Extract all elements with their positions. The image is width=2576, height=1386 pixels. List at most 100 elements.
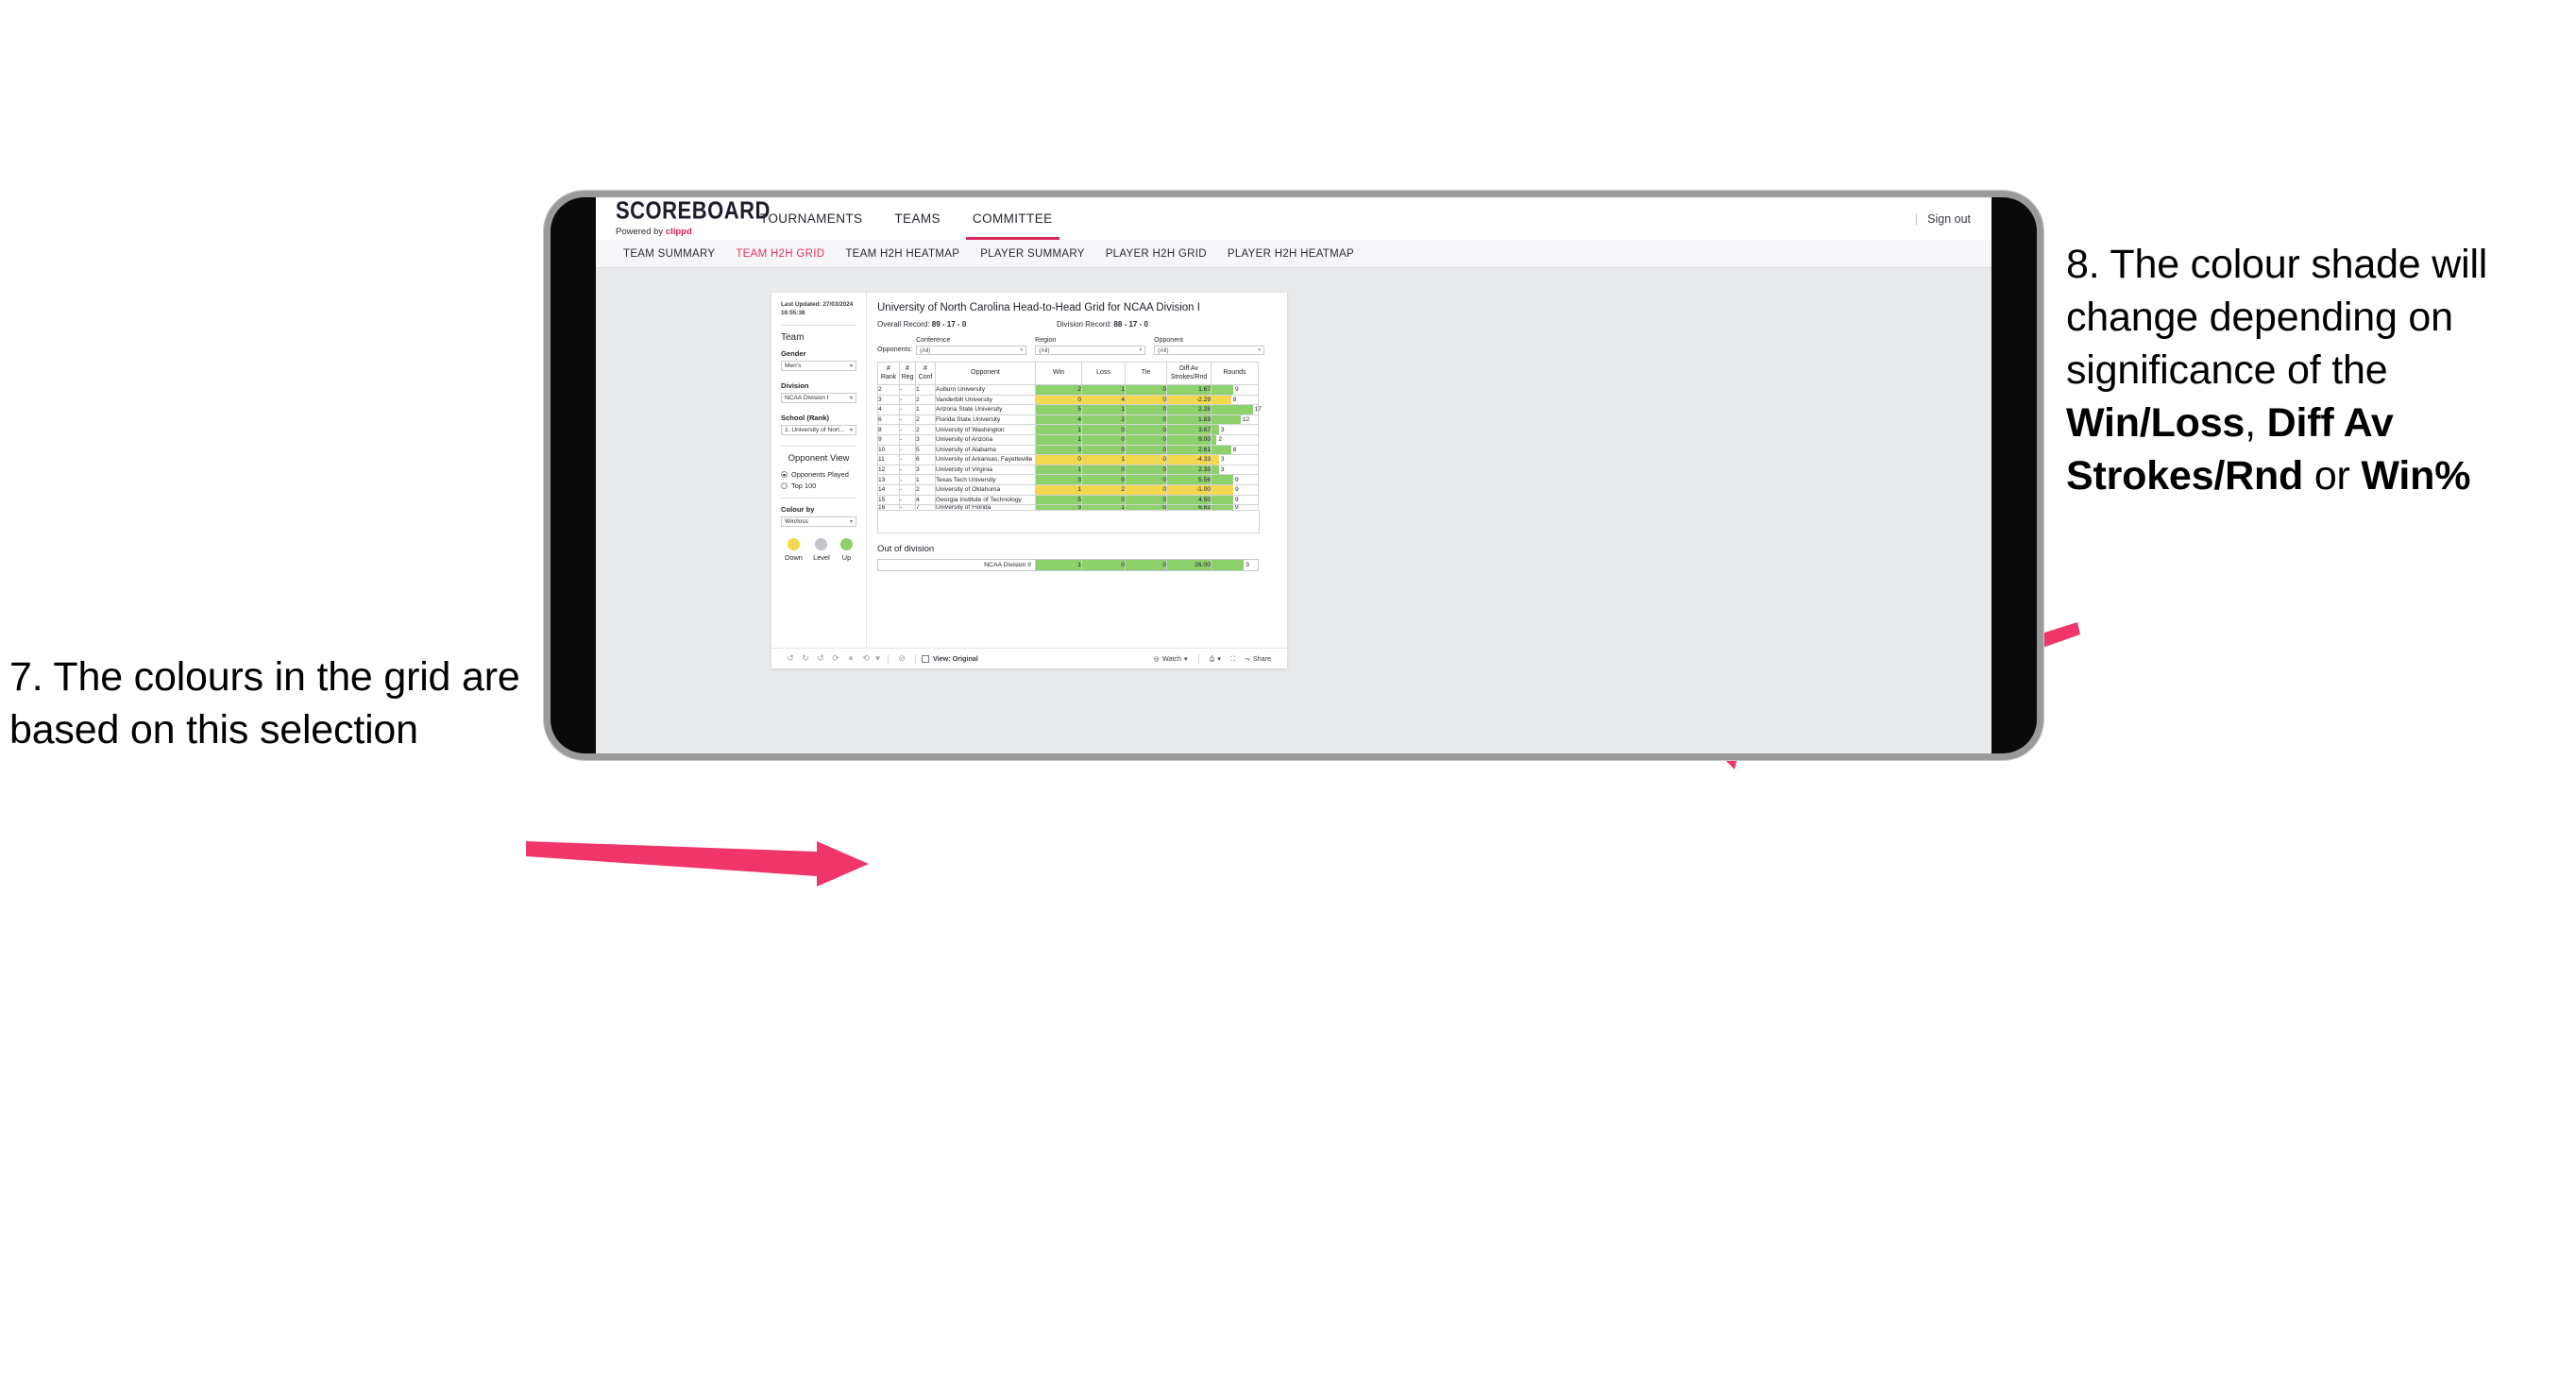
subnav-item-team-summary[interactable]: TEAM SUMMARY — [613, 248, 725, 260]
last-updated-label: Last Updated: 27/03/2024 16:55:38 — [781, 301, 854, 316]
subnav-item-team-h2h-grid[interactable]: TEAM H2H GRID — [725, 248, 835, 260]
cell-rank: 15 — [877, 494, 900, 506]
topnav-item-tournaments[interactable]: TOURNAMENTS — [744, 197, 878, 240]
download-button[interactable]: ⎙ ▾ — [1210, 654, 1221, 664]
refresh-icon[interactable]: ⟳ — [828, 653, 843, 664]
watch-button[interactable]: ◎ Watch ▾ — [1154, 654, 1188, 663]
view-original-button[interactable]: View: Original — [922, 654, 978, 663]
gender-select[interactable]: Men's ▾ — [781, 361, 856, 372]
revert-icon[interactable]: ↺ — [813, 653, 828, 664]
subnav-item-team-h2h-heatmap[interactable]: TEAM H2H HEATMAP — [835, 248, 970, 260]
col-header-rank[interactable]: # Rank — [877, 362, 900, 385]
table-row[interactable]: 3-2 Vanderbilt University 0 4 0 -2.29 8 — [877, 394, 1259, 406]
sign-out-link[interactable]: Sign out — [1927, 212, 1971, 226]
cell-rounds-value: 9 — [1235, 504, 1239, 511]
h2h-grid-header-row: # Rank # Reg # Conf Opponent Win Loss Tie D… — [877, 362, 1259, 385]
out-of-division-row[interactable]: NCAA Division II 1 0 0 26.00 3 — [877, 559, 1259, 572]
subnav-item-player-h2h-grid[interactable]: PLAYER H2H GRID — [1095, 248, 1217, 260]
table-row[interactable]: 14-2 University of Oklahoma 1 2 0 -1.00 9 — [877, 483, 1259, 496]
radio-opponents-played-label: Opponents Played — [791, 470, 849, 480]
col-header-conf-l2: Conf — [918, 373, 933, 380]
filter-region-select[interactable]: (All) ▾ — [1035, 346, 1146, 355]
filter-opponent-select[interactable]: (All) ▾ — [1154, 346, 1265, 355]
topnav-item-teams[interactable]: TEAMS — [878, 197, 957, 240]
table-row[interactable]: 8-2 University of Washington 1 0 0 3.67 3 — [877, 424, 1259, 435]
cell-conf: 1 — [915, 404, 936, 415]
chevron-down-icon: ▾ — [849, 363, 853, 370]
cell-loss: 0 — [1081, 464, 1126, 476]
redo-icon[interactable]: ↻ — [798, 653, 813, 664]
brand-clippd-name: clippd — [665, 227, 692, 238]
topnav-item-committee[interactable]: COMMITTEE — [957, 197, 1069, 240]
rounds-bar — [1212, 465, 1219, 475]
out-of-division-table: NCAA Division II 1 0 0 26.00 3 — [877, 559, 1259, 572]
share-button[interactable]: ⤳ Share — [1245, 654, 1271, 664]
table-row[interactable]: 12-3 University of Virginia 1 0 0 2.33 3 — [877, 464, 1259, 476]
cell-loss: 1 — [1081, 404, 1126, 415]
cell-conf: 5 — [915, 444, 936, 456]
table-row[interactable]: 15-4 Georgia Institute of Technology 5 0 0 4.… — [877, 494, 1259, 506]
colour-by-select[interactable]: Win/loss ▾ — [781, 516, 856, 528]
col-header-loss[interactable]: Loss — [1081, 362, 1126, 385]
table-row[interactable]: 4-1 Arizona State University 5 1 0 2.28 17 — [877, 404, 1262, 415]
school-rank-label: School (Rank) — [781, 414, 830, 423]
rounds-bar — [1212, 414, 1241, 425]
cell-conf: 2 — [915, 424, 936, 435]
table-row[interactable]: 16-7 University of Florida 3 1 0 6.62 9 — [877, 504, 1259, 512]
table-row[interactable]: 11-6 University of Arkansas, Fayetteville… — [877, 454, 1259, 465]
school-rank-select[interactable]: 1. University of Nort... ▾ — [781, 425, 856, 436]
h2h-grid-table: # Rank # Reg # Conf Opponent Win Loss Tie D… — [877, 362, 1262, 512]
fullscreen-button[interactable]: ⛶ — [1230, 654, 1235, 664]
col-header-rank-l2: Rank — [880, 373, 897, 380]
dashboard-body: Last Updated: 27/03/2024 16:55:38 Team G… — [771, 293, 1287, 648]
cell-diff-av-strokes: -1.00 — [1166, 483, 1212, 496]
cell-reg: - — [899, 394, 916, 406]
col-header-win[interactable]: Win — [1035, 362, 1082, 385]
cell-rank: 4 — [877, 404, 900, 415]
cell-reg: - — [899, 424, 916, 435]
cell-tie: 0 — [1125, 384, 1167, 396]
undo-icon[interactable]: ↺ — [783, 653, 798, 664]
col-header-conf[interactable]: # Conf — [915, 362, 936, 385]
table-row[interactable]: 6-2 Florida State University 4 2 0 1.83 12 — [877, 414, 1259, 426]
cell-diff-av-strokes: 2.33 — [1166, 464, 1212, 476]
cell-diff-av-strokes: 6.62 — [1166, 504, 1212, 512]
cell-rank: 12 — [877, 464, 900, 476]
col-header-tie[interactable]: Tie — [1125, 362, 1167, 385]
annotation-7-arrow — [526, 841, 869, 887]
subnav-item-player-summary[interactable]: PLAYER SUMMARY — [970, 248, 1095, 260]
cell-reg: - — [899, 444, 916, 456]
cell-loss: 0 — [1081, 474, 1126, 485]
table-row[interactable]: 2-1 Auburn University 2 1 0 1.67 9 — [877, 384, 1259, 396]
legend-dot-up-icon — [839, 538, 853, 551]
cell-rounds: 3 — [1211, 454, 1259, 465]
legend-item-down: Down — [785, 538, 803, 562]
col-header-reg-l1: # — [906, 365, 909, 373]
dashboard-main: University of North Carolina Head-to-Hea… — [867, 293, 1287, 648]
table-row[interactable]: 13-1 Texas Tech University 3 0 0 5.56 9 — [877, 474, 1259, 485]
brand-logo[interactable]: SCOREBOARD Powered by clippd — [596, 197, 770, 240]
cell-opponent: University of Arkansas, Fayetteville — [935, 454, 1036, 465]
col-header-rounds[interactable]: Rounds — [1211, 362, 1259, 385]
radio-opponents-played[interactable]: Opponents Played — [781, 470, 856, 479]
table-row[interactable]: 10-5 University of Alabama 3 0 0 2.61 8 — [877, 444, 1259, 456]
subnav-item-player-h2h-heatmap[interactable]: PLAYER H2H HEATMAP — [1217, 248, 1364, 260]
table-row[interactable]: 9-3 University of Arizona 1 0 0 9.00 2 — [877, 433, 1259, 446]
screenshot-canvas: 7. The colours in the grid are based on … — [0, 0, 2576, 1386]
filter-conference-select[interactable]: (All) ▾ — [916, 346, 1027, 355]
alert-icon[interactable]: ⊘ — [894, 653, 909, 664]
cell-diff-av-strokes: 4.50 — [1166, 494, 1212, 506]
col-header-diff-av-strokes[interactable]: Diff Av Strokes/Rnd — [1166, 362, 1212, 385]
loop-icon[interactable]: ⟲ — [858, 653, 873, 664]
radio-top-100[interactable]: Top 100 — [781, 482, 856, 490]
chevron-down-icon[interactable]: ▾ — [873, 653, 882, 664]
pause-icon[interactable]: ⏸ — [843, 653, 858, 664]
cell-reg: - — [899, 483, 916, 496]
cell-diff-av-strokes: 1.67 — [1166, 384, 1212, 396]
cell-conf: 2 — [915, 414, 936, 426]
app-viewport: SCOREBOARD Powered by clippd TOURNAMENTS… — [596, 197, 1991, 753]
division-select[interactable]: NCAA Division I ▾ — [781, 393, 856, 404]
col-header-opponent[interactable]: Opponent — [935, 362, 1036, 385]
col-header-reg[interactable]: # Reg — [899, 362, 916, 385]
filter-opponent: Opponent (All) ▾ — [1154, 337, 1265, 355]
